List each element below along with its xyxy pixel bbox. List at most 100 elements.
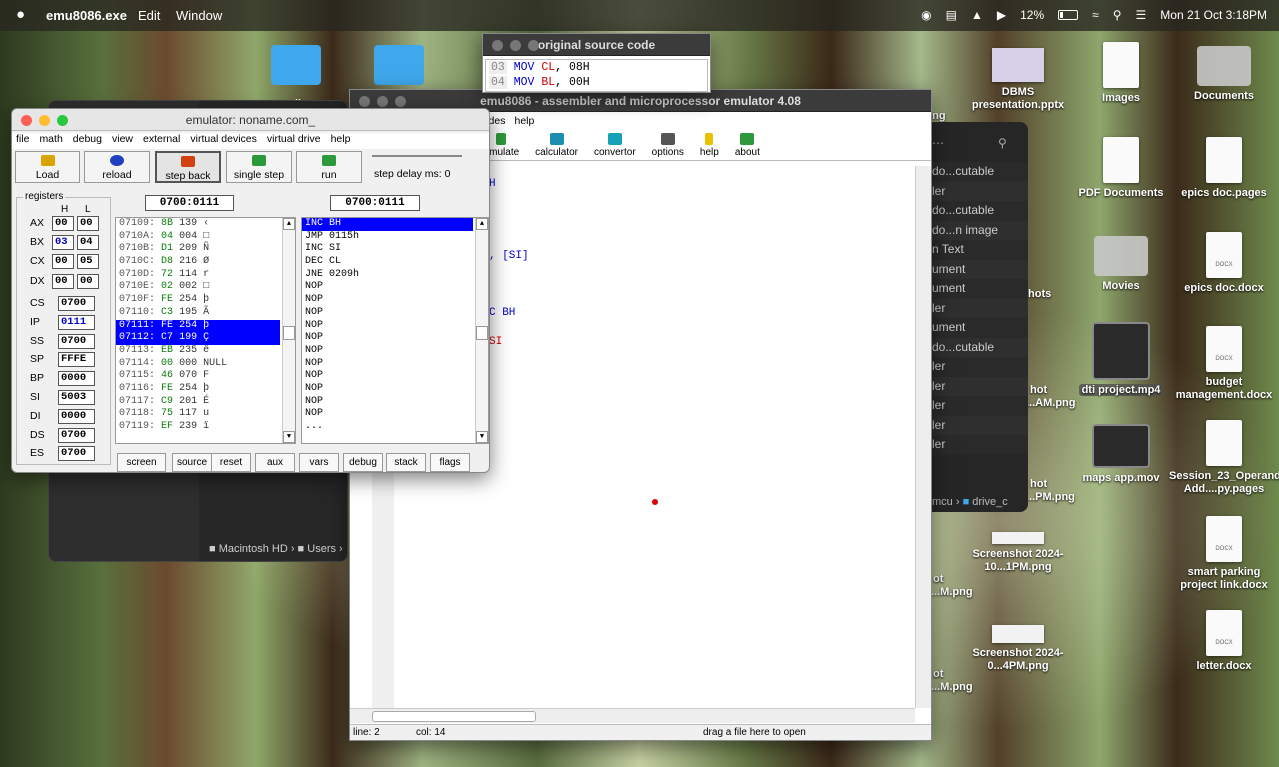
menu-item[interactable]: debug xyxy=(73,133,102,145)
path-item[interactable]: Users xyxy=(307,543,336,555)
disasm-row[interactable]: NOP xyxy=(302,320,488,333)
disasm-address-field[interactable]: 0700:0111 xyxy=(330,195,420,211)
register-low-field[interactable]: 00 xyxy=(77,273,99,289)
help-button[interactable]: help xyxy=(692,131,727,161)
register-high-field[interactable]: 00 xyxy=(52,216,74,231)
desktop-icon-epics-pages[interactable]: epics doc.pages xyxy=(1169,137,1279,200)
disasm-row[interactable]: NOP xyxy=(302,345,488,358)
memory-row[interactable]: 07110: C3 195 Ã xyxy=(116,307,295,320)
register-field[interactable]: 5003 xyxy=(58,390,95,405)
scroll-down-button[interactable]: ▼ xyxy=(283,431,295,443)
finder-row[interactable]: n Text xyxy=(928,240,1028,260)
menu-item[interactable]: view xyxy=(112,133,133,145)
finder-row[interactable]: do...cutable xyxy=(928,162,1028,182)
register-field[interactable]: 0000 xyxy=(58,371,95,387)
disasm-row[interactable]: NOP xyxy=(302,370,488,383)
menu-item[interactable]: help xyxy=(331,133,351,145)
step-delay-slider[interactable] xyxy=(372,155,462,157)
source-code[interactable]: 03 MOV CL, 08H 04 MOV BL, 00H xyxy=(485,59,708,92)
step-back-button[interactable]: step back xyxy=(155,151,221,183)
register-low-field[interactable]: 05 xyxy=(77,254,99,270)
disassembly-list[interactable]: INC BH JMP 0115h INC SI DEC CL JNE 0209h NOP N… xyxy=(301,217,489,444)
menu-item[interactable]: file xyxy=(16,133,29,145)
zoom-button[interactable] xyxy=(528,40,539,51)
memory-row[interactable]: 0710F: FE 254 þ xyxy=(116,294,295,307)
finder-row[interactable]: ument xyxy=(928,318,1028,338)
register-high-field[interactable]: 00 xyxy=(52,254,74,270)
close-button[interactable] xyxy=(21,115,32,126)
register-low-field[interactable]: 04 xyxy=(77,235,99,251)
path-item[interactable]: Macintosh HD xyxy=(219,543,288,555)
folder-icon[interactable] xyxy=(374,45,424,85)
horizontal-scrollbar[interactable] xyxy=(350,708,915,723)
finder-row[interactable]: do...n image xyxy=(928,220,1028,240)
scroll-down-button[interactable]: ▼ xyxy=(476,431,488,443)
scroll-thumb[interactable] xyxy=(476,326,488,340)
disasm-row[interactable]: JMP 0115h xyxy=(302,231,488,244)
run-button[interactable]: run xyxy=(296,151,362,183)
desktop-icon-dbms[interactable]: DBMS presentation.pptx xyxy=(963,48,1073,112)
calculator-button[interactable]: calculator xyxy=(527,131,586,161)
desktop-folder-documents[interactable]: Documents xyxy=(1169,46,1279,103)
memory-row[interactable]: 0710B: D1 209 Ñ xyxy=(116,243,295,256)
register-field[interactable]: 0700 xyxy=(58,296,95,311)
desktop-icon-pdf[interactable]: PDF Documents xyxy=(1066,137,1176,200)
desktop-icon-images[interactable]: Images xyxy=(1066,42,1176,105)
disasm-row[interactable]: ... xyxy=(302,421,488,434)
memory-list[interactable]: 07109: 8B 139 ‹ 0710A: 04 004 □ 0710B: D1 … xyxy=(115,217,296,444)
minimize-button[interactable] xyxy=(510,40,521,51)
search-icon[interactable]: ⚲ xyxy=(1113,8,1122,22)
memory-scrollbar[interactable]: ▲ ▼ xyxy=(282,218,295,443)
finder-row[interactable]: ler xyxy=(928,376,1028,396)
menu-edit[interactable]: Edit xyxy=(138,8,160,23)
register-field[interactable]: 0700 xyxy=(58,427,95,443)
register-field[interactable]: 0700 xyxy=(58,446,95,462)
battery-icon[interactable] xyxy=(1058,10,1079,20)
reload-button[interactable]: reload xyxy=(84,151,150,183)
finder-row[interactable]: ument xyxy=(928,259,1028,279)
scroll-thumb[interactable] xyxy=(372,711,536,722)
aux-button[interactable]: aux xyxy=(255,453,295,472)
disasm-row[interactable]: INC SI xyxy=(302,243,488,256)
minimize-button[interactable] xyxy=(377,96,388,107)
disasm-scrollbar[interactable]: ▲ ▼ xyxy=(475,218,488,443)
disasm-row[interactable]: NOP xyxy=(302,294,488,307)
menu-item[interactable]: external xyxy=(143,133,180,145)
desktop-icon-session[interactable]: Session_23_Operands Add....py.pages xyxy=(1169,420,1279,496)
finder-row[interactable]: ler xyxy=(928,181,1028,201)
register-high-field[interactable]: 03 xyxy=(52,235,74,251)
debug-button[interactable]: debug xyxy=(343,453,383,472)
disasm-row[interactable]: NOP xyxy=(302,383,488,396)
disasm-row[interactable]: NOP xyxy=(302,358,488,371)
menu-item[interactable]: virtual devices xyxy=(190,133,257,145)
memory-row[interactable]: 07113: EB 235 ë xyxy=(116,345,295,358)
finder-row[interactable]: do...cutable xyxy=(928,201,1028,221)
memory-row[interactable]: 07116: FE 254 þ xyxy=(116,383,295,396)
memory-row[interactable]: 07117: C9 201 É xyxy=(116,396,295,409)
reset-button[interactable]: reset xyxy=(211,453,251,472)
memory-row[interactable]: 07118: 75 117 u xyxy=(116,408,295,421)
airplay-icon[interactable]: ▲ xyxy=(971,8,983,22)
memory-row[interactable]: 07109: 8B 139 ‹ xyxy=(116,218,295,231)
memory-row[interactable]: 0710C: D8 216 Ø xyxy=(116,256,295,269)
notification-icon[interactable]: ◉ xyxy=(921,8,931,22)
options-button[interactable]: options xyxy=(644,131,692,161)
stack-button[interactable]: stack xyxy=(386,453,426,472)
desktop-icon-epics-docx[interactable]: DOCX epics doc.docx xyxy=(1169,232,1279,295)
desktop-icon-maps[interactable]: maps app.mov xyxy=(1066,424,1176,485)
menu-item[interactable]: virtual drive xyxy=(267,133,321,145)
vars-button[interactable]: vars xyxy=(299,453,339,472)
minimize-button[interactable] xyxy=(39,115,50,126)
source-button[interactable]: source xyxy=(172,453,212,472)
about-button[interactable]: about xyxy=(727,131,768,161)
load-button[interactable]: Load xyxy=(15,151,80,183)
scroll-up-button[interactable]: ▲ xyxy=(476,218,488,230)
keyboard-icon[interactable]: ▤ xyxy=(946,8,957,22)
flags-button[interactable]: flags xyxy=(430,453,470,472)
desktop-icon-shot1[interactable]: Screenshot 2024-10...1PM.png xyxy=(963,532,1073,574)
source-title-bar[interactable]: original source code xyxy=(483,34,710,56)
finder-row[interactable]: do...cutable xyxy=(928,337,1028,357)
memory-row[interactable]: 0710A: 04 004 □ xyxy=(116,231,295,244)
finder-row[interactable]: ler xyxy=(928,357,1028,377)
memory-address-field[interactable]: 0700:0111 xyxy=(145,195,234,211)
